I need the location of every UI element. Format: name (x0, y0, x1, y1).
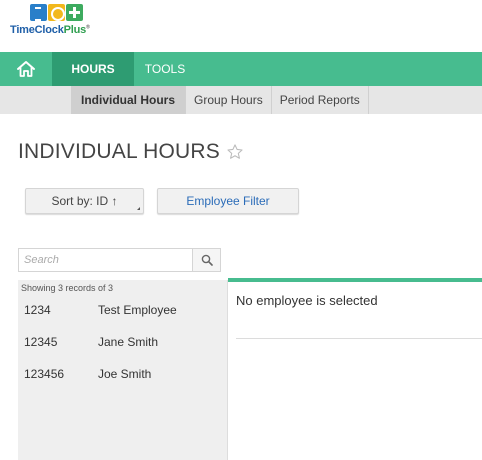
search-button[interactable] (192, 249, 220, 271)
sort-button[interactable]: Sort by: ID ↑ (25, 188, 144, 214)
employee-name: Joe Smith (98, 367, 152, 381)
search-icon (201, 254, 213, 266)
home-button[interactable] (0, 52, 52, 86)
tab-hours[interactable]: HOURS (52, 52, 134, 86)
empty-state-message: No employee is selected (236, 293, 378, 308)
sub-nav: Individual Hours Group Hours Period Repo… (0, 86, 482, 114)
subnav-period-reports[interactable]: Period Reports (272, 86, 369, 114)
employee-filter-button[interactable]: Employee Filter (157, 188, 299, 214)
employee-id: 123456 (24, 367, 65, 381)
list-item[interactable]: 1234 Test Employee (18, 294, 227, 326)
detail-header-bar (228, 278, 482, 282)
logo-time-icon (48, 4, 65, 21)
main-nav: HOURS TOOLS (0, 52, 482, 86)
divider (236, 338, 482, 339)
page-title: INDIVIDUAL HOURS (18, 140, 244, 164)
list-item[interactable]: 123456 Joe Smith (18, 358, 227, 390)
record-count: Showing 3 records of 3 (21, 283, 114, 293)
employee-id: 1234 (24, 303, 51, 317)
home-icon (17, 61, 35, 77)
logo-clock-icon (30, 4, 47, 21)
employee-id: 12345 (24, 335, 58, 349)
search-input[interactable] (19, 249, 192, 271)
logo-wordmark: TimeClockPlus® (10, 24, 90, 36)
search-box (18, 248, 221, 272)
employee-list: Showing 3 records of 3 1234 Test Employe… (18, 280, 228, 460)
subnav-individual-hours[interactable]: Individual Hours (71, 86, 187, 114)
employee-name: Jane Smith (98, 335, 159, 349)
logo-plus-icon (66, 4, 83, 21)
star-outline-icon[interactable] (226, 143, 244, 161)
app-logo: TimeClockPlus® (10, 4, 150, 40)
list-item[interactable]: 12345 Jane Smith (18, 326, 227, 358)
logo-icons (30, 4, 83, 22)
page-title-text: INDIVIDUAL HOURS (18, 140, 220, 163)
employee-name: Test Employee (98, 303, 177, 317)
subnav-group-hours[interactable]: Group Hours (186, 86, 272, 114)
tab-tools[interactable]: TOOLS (134, 52, 196, 86)
